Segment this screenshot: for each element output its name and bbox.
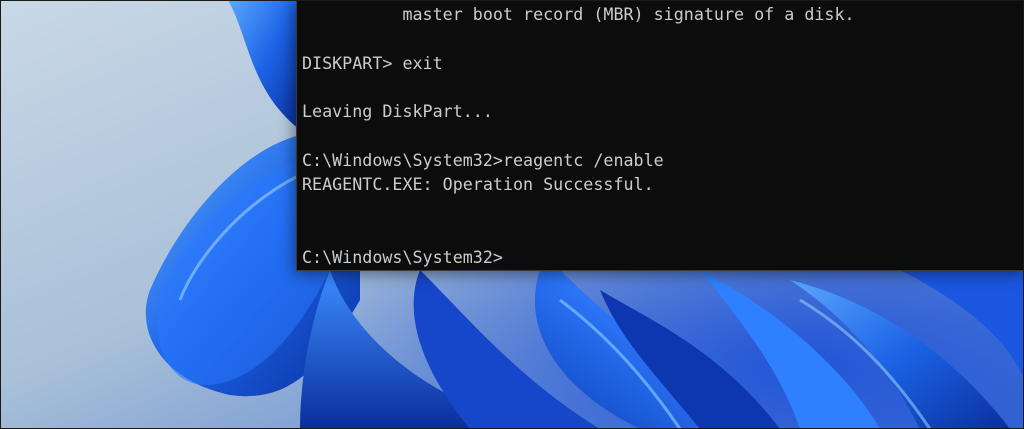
terminal-line: C:\Windows\System32>reagentc /enable <box>302 149 664 170</box>
terminal-output[interactable]: master boot record (MBR) signature of a … <box>302 2 855 269</box>
terminal-line: C:\Windows\System32> <box>302 246 503 267</box>
command-prompt-window[interactable]: master boot record (MBR) signature of a … <box>296 0 1024 271</box>
terminal-line: DISKPART> exit <box>302 52 443 73</box>
terminal-line: Leaving DiskPart... <box>302 101 493 122</box>
terminal-line: master boot record (MBR) signature of a … <box>302 4 855 24</box>
terminal-line: REAGENTC.EXE: Operation Successful. <box>302 174 654 195</box>
